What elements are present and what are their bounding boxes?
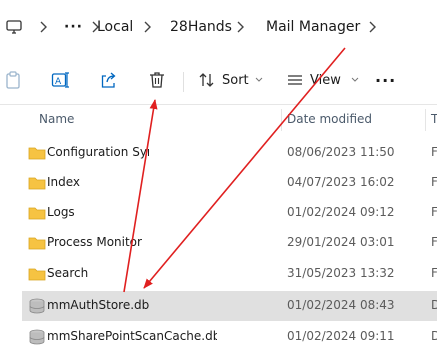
item-date: 29/01/2024 03:01 bbox=[287, 235, 395, 249]
sort-icon bbox=[199, 73, 214, 87]
paste-button[interactable] bbox=[4, 68, 22, 92]
folder-icon bbox=[28, 177, 46, 190]
item-name: mmAuthStore.db bbox=[47, 298, 150, 312]
trash-icon bbox=[150, 72, 164, 88]
item-name: Search bbox=[47, 266, 89, 280]
item-type: D bbox=[431, 329, 437, 343]
column-divider[interactable] bbox=[281, 109, 282, 131]
database-file-icon bbox=[29, 329, 45, 345]
item-date: 31/05/2023 13:32 bbox=[287, 266, 395, 280]
chevron-right-icon[interactable] bbox=[142, 19, 154, 35]
folder-icon bbox=[28, 147, 46, 160]
address-bar: ··· Local 28Hands Mail Manager bbox=[0, 0, 437, 56]
column-header-date-modified[interactable]: Date modified bbox=[287, 112, 372, 126]
folder-icon bbox=[28, 268, 46, 281]
see-more-label: ··· bbox=[375, 70, 397, 90]
item-name: Configuration Sync bbox=[47, 145, 149, 159]
item-date: 01/02/2024 09:11 bbox=[287, 329, 395, 343]
item-type: F bbox=[431, 266, 437, 280]
share-icon bbox=[101, 72, 116, 88]
item-name: Index bbox=[47, 175, 81, 189]
item-type: F bbox=[431, 205, 437, 219]
share-button[interactable] bbox=[99, 68, 119, 92]
item-type: F bbox=[431, 145, 437, 159]
item-name: mmSharePointScanCache.db bbox=[47, 329, 217, 343]
breadcrumb-item-local[interactable]: Local bbox=[97, 17, 133, 37]
database-file-icon bbox=[29, 298, 45, 314]
chevron-right-icon[interactable] bbox=[235, 19, 247, 35]
toolbar-separator bbox=[183, 72, 184, 92]
chevron-down-icon bbox=[255, 77, 263, 82]
chevron-down-icon bbox=[351, 77, 359, 82]
rename-icon: A bbox=[51, 72, 69, 88]
rename-button[interactable]: A bbox=[51, 68, 71, 92]
item-date: 08/06/2023 11:50 bbox=[287, 145, 395, 159]
view-label: View bbox=[310, 72, 341, 88]
see-more-button[interactable]: ··· bbox=[375, 68, 396, 92]
column-header-name[interactable]: Name bbox=[39, 112, 74, 126]
file-list: Name Date modified T Configuration Sync … bbox=[0, 105, 437, 350]
item-type: F bbox=[431, 235, 437, 249]
sort-label: Sort bbox=[222, 72, 249, 88]
paste-icon bbox=[6, 71, 20, 89]
sort-button[interactable]: Sort bbox=[198, 68, 263, 92]
monitor-icon[interactable] bbox=[6, 19, 22, 35]
breadcrumb-item-28hands[interactable]: 28Hands bbox=[170, 17, 232, 37]
item-date: 01/02/2024 08:43 bbox=[287, 298, 395, 312]
breadcrumb-item-mail-manager[interactable]: Mail Manager bbox=[266, 17, 360, 37]
item-date: 04/07/2023 16:02 bbox=[287, 175, 395, 189]
list-item[interactable]: mmSharePointScanCache.db 01/02/2024 09:1… bbox=[22, 322, 437, 352]
column-header-type[interactable]: T bbox=[431, 112, 437, 126]
list-item[interactable]: Search 31/05/2023 13:32 F bbox=[22, 259, 437, 289]
column-divider[interactable] bbox=[425, 109, 426, 131]
chevron-right-icon[interactable] bbox=[38, 19, 50, 35]
folder-icon bbox=[28, 207, 46, 220]
list-item[interactable]: Process Monitor 29/01/2024 03:01 F bbox=[22, 228, 437, 258]
view-icon bbox=[288, 75, 302, 85]
item-type: F bbox=[431, 175, 437, 189]
list-item[interactable]: Index 04/07/2023 16:02 F bbox=[22, 168, 437, 198]
breadcrumb-more[interactable]: ··· bbox=[64, 17, 83, 37]
item-date: 01/02/2024 09:12 bbox=[287, 205, 395, 219]
list-item[interactable]: Configuration Sync 08/06/2023 11:50 F bbox=[22, 138, 437, 168]
list-item[interactable]: Logs 01/02/2024 09:12 F bbox=[22, 198, 437, 228]
svg-text:A: A bbox=[55, 77, 62, 87]
view-button[interactable]: View bbox=[286, 68, 359, 92]
delete-button[interactable] bbox=[147, 68, 167, 92]
folder-icon bbox=[28, 237, 46, 250]
item-type: D bbox=[431, 298, 437, 312]
item-name: Logs bbox=[47, 205, 75, 219]
command-bar: A Sort View ··· bbox=[0, 56, 437, 105]
item-name: Process Monitor bbox=[47, 235, 142, 249]
chevron-right-icon[interactable] bbox=[367, 19, 379, 35]
list-item-selected[interactable]: mmAuthStore.db 01/02/2024 08:43 D bbox=[22, 291, 437, 321]
